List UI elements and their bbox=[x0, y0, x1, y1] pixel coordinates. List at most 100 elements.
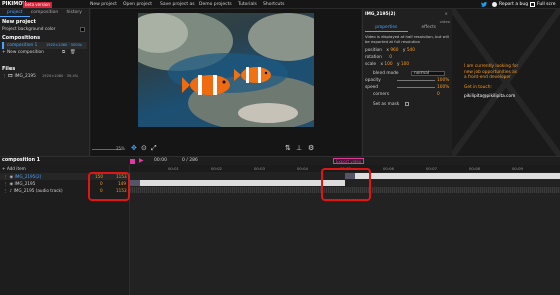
settings-icon[interactable]: ⚙ bbox=[308, 144, 314, 152]
menu-open-project[interactable]: Open project bbox=[123, 1, 152, 8]
close-icon[interactable]: × bbox=[444, 11, 448, 18]
file-item[interactable]: ⋮ 🎞 IMG_2195 1920×1080 · 39.4% bbox=[2, 73, 87, 80]
ruler-tick: 00:02 bbox=[211, 166, 222, 171]
ruler-tick: 00:09 bbox=[512, 166, 523, 171]
timeline-header: composition 1 ▶ 00:00 0 / 286 Export vid… bbox=[0, 156, 560, 165]
tab-composition[interactable]: composition bbox=[30, 9, 60, 17]
opacity-label: opacity bbox=[365, 78, 381, 83]
tab-properties[interactable]: properties bbox=[365, 25, 408, 32]
left-panel: project composition history New project … bbox=[0, 9, 90, 156]
tab-history[interactable]: history bbox=[59, 9, 89, 17]
tab-project[interactable]: project bbox=[0, 9, 30, 17]
scale-label: scale bbox=[365, 62, 377, 67]
align-icon[interactable]: ⇅ bbox=[285, 144, 291, 152]
more-vert-icon[interactable]: ⋮ bbox=[3, 174, 7, 179]
file-meta: 1920×1080 · 39.4% bbox=[42, 74, 79, 78]
beta-badge: beta version bbox=[23, 1, 52, 8]
film-icon: 🎞 bbox=[7, 74, 14, 79]
mask-row: Set as mask bbox=[365, 101, 450, 108]
file-title: IMG_2195(2) bbox=[365, 12, 396, 17]
file-name: IMG_2195 bbox=[14, 74, 36, 79]
menu-save-project-as[interactable]: Save project as bbox=[160, 1, 195, 8]
corners-label: corners bbox=[373, 92, 390, 97]
track-name: IMG_2195 (audio track) bbox=[13, 188, 63, 193]
blend-label: blend mode bbox=[373, 71, 399, 76]
scale-row: scale x 100 y 100 bbox=[365, 62, 410, 67]
audio-icon[interactable]: ♪ bbox=[10, 188, 13, 193]
add-item-button[interactable]: Add item bbox=[7, 166, 26, 171]
frame-counter: 0 / 286 bbox=[182, 158, 198, 163]
bg-color-label: Project background color bbox=[2, 27, 56, 32]
position-label: position bbox=[365, 48, 383, 53]
highlight-box-clip-split bbox=[321, 168, 371, 201]
ruler-tick: 00:08 bbox=[469, 166, 480, 171]
position-x[interactable]: 960 bbox=[390, 48, 398, 53]
menu-shortcuts[interactable]: Shortcuts bbox=[263, 1, 285, 8]
copy-icon[interactable]: ⧉ bbox=[62, 49, 65, 56]
align-center-icon[interactable]: ⊥ bbox=[296, 144, 302, 152]
report-bug-link[interactable]: Report a bug bbox=[499, 1, 528, 8]
opacity-slider[interactable] bbox=[397, 80, 435, 81]
twitter-icon[interactable] bbox=[481, 2, 487, 7]
blend-row: blend mode normal bbox=[365, 70, 450, 77]
ruler-tick: 00:04 bbox=[297, 166, 308, 171]
visibility-icon[interactable]: ◉ bbox=[10, 174, 14, 179]
stop-icon[interactable] bbox=[130, 159, 135, 164]
top-bar: PIKIMOV beta version New project Open pr… bbox=[0, 0, 560, 9]
bg-color-swatch[interactable] bbox=[80, 27, 85, 32]
more-vert-icon[interactable]: ⋮ bbox=[3, 181, 7, 186]
ruler-tick: 00:07 bbox=[426, 166, 437, 171]
fullscreen-icon[interactable] bbox=[530, 2, 535, 7]
blend-select[interactable]: normal bbox=[411, 71, 445, 76]
export-video-button[interactable]: Export video bbox=[333, 158, 365, 164]
promo-line-3: a front-end developer bbox=[464, 75, 511, 80]
play-icon[interactable]: ▶ bbox=[139, 157, 144, 164]
visibility-icon[interactable]: ◉ bbox=[10, 181, 14, 186]
target-icon[interactable]: ⊙ bbox=[141, 144, 147, 152]
new-composition-row: + New composition ⧉ 🗑 bbox=[2, 49, 87, 56]
fullscreen-link[interactable]: Full scre bbox=[537, 1, 555, 8]
opacity-value[interactable]: 100% bbox=[437, 77, 449, 84]
clip-track-1[interactable] bbox=[345, 173, 560, 179]
position-y[interactable]: 540 bbox=[407, 48, 415, 53]
menu-new-project[interactable]: New project bbox=[90, 1, 117, 8]
mask-checkbox[interactable] bbox=[404, 101, 409, 106]
zoom-value: 25% bbox=[116, 146, 125, 151]
video-preview[interactable] bbox=[138, 13, 314, 127]
left-tabs: project composition history bbox=[0, 9, 89, 17]
contact-title: Get in touch: bbox=[464, 84, 492, 90]
rotation-row: rotation 0 bbox=[365, 54, 450, 61]
composition-item[interactable]: composition 1 1920×1080 · 5000s bbox=[2, 42, 87, 49]
scale-x[interactable]: 100 bbox=[384, 62, 392, 67]
resolution-notice: Video is displayed at half resolution, b… bbox=[365, 34, 449, 44]
speed-value[interactable]: 100% bbox=[437, 84, 449, 91]
composition-meta: 1920×1080 · 5000s bbox=[46, 43, 82, 47]
files-title: Files bbox=[2, 66, 16, 72]
rotation-label: rotation bbox=[365, 55, 382, 60]
mask-label: Set as mask bbox=[373, 102, 400, 107]
scale-y[interactable]: 100 bbox=[401, 62, 409, 67]
clownfish-image bbox=[138, 13, 314, 127]
tab-effects[interactable]: effects bbox=[408, 25, 451, 32]
position-row: position x 960 y 540 bbox=[365, 48, 416, 53]
expand-icon[interactable]: ⤢ bbox=[151, 144, 157, 153]
promo-panel: I am currently looking for new job oppor… bbox=[452, 9, 560, 156]
clip-track-2[interactable] bbox=[130, 180, 345, 186]
clip-thumbnail bbox=[130, 180, 140, 186]
rotation-value[interactable]: 0 bbox=[389, 55, 392, 60]
contact-email[interactable]: pikilipita@pikilipita.com bbox=[464, 94, 518, 100]
ruler-tick: 00:01 bbox=[168, 166, 179, 171]
more-vert-icon[interactable]: ⋮ bbox=[2, 74, 6, 79]
new-composition-button[interactable]: New composition bbox=[7, 50, 44, 55]
ruler-tick: 00:03 bbox=[254, 166, 265, 171]
speed-slider[interactable] bbox=[397, 87, 435, 88]
corners-value[interactable]: 0 bbox=[437, 91, 440, 98]
menu-tutorials[interactable]: Tutorials bbox=[238, 1, 257, 8]
current-time: 00:00 bbox=[154, 158, 167, 163]
ruler-tick: 00:06 bbox=[383, 166, 394, 171]
more-vert-icon[interactable]: ⋮ bbox=[3, 188, 7, 193]
compositions-title: Compositions bbox=[2, 35, 41, 41]
trash-icon[interactable]: 🗑 bbox=[70, 49, 75, 56]
move-icon[interactable]: ✥ bbox=[131, 144, 137, 152]
menu-demo-projects[interactable]: Demo projects bbox=[199, 1, 232, 8]
